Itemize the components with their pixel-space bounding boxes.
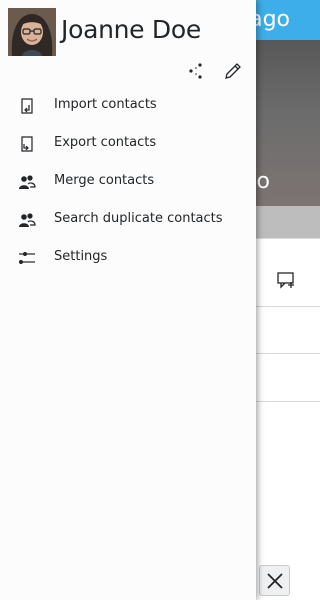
menu-item-label: Export contacts	[54, 135, 157, 150]
close-icon	[266, 572, 283, 589]
edit-icon[interactable]	[223, 61, 243, 81]
menu-item-import-contacts[interactable]: Import contacts	[0, 86, 256, 124]
close-button[interactable]	[259, 565, 290, 596]
user-photo	[8, 8, 56, 56]
share-icon[interactable]	[186, 61, 206, 81]
export-icon	[21, 136, 33, 152]
menu-item-label: Import contacts	[54, 97, 157, 112]
contact-hero-name: o	[256, 169, 270, 194]
menu-item-label: Merge contacts	[54, 173, 155, 188]
merge-contacts-icon	[19, 175, 36, 189]
menu-item-search-duplicate-contacts[interactable]: Search duplicate contacts	[0, 200, 256, 238]
menu-item-label: Settings	[54, 249, 108, 264]
menu-item-export-contacts[interactable]: Export contacts	[0, 124, 256, 162]
user-name: Joanne Doe	[61, 15, 201, 44]
divider	[256, 401, 320, 402]
divider	[256, 353, 320, 354]
import-icon	[21, 98, 33, 114]
drawer-menu: Import contacts Export contacts Merge co…	[0, 86, 256, 276]
menu-item-label: Search duplicate contacts	[54, 211, 223, 226]
navigation-drawer: Joanne Doe Import contacts Export contac…	[0, 0, 256, 600]
search-duplicates-icon	[19, 213, 36, 227]
menu-item-settings[interactable]: Settings	[0, 238, 256, 276]
menu-item-merge-contacts[interactable]: Merge contacts	[0, 162, 256, 200]
divider	[256, 238, 320, 239]
divider	[256, 306, 320, 307]
add-comment-icon[interactable]	[276, 270, 296, 290]
settings-icon	[19, 252, 35, 264]
avatar[interactable]	[8, 8, 56, 56]
